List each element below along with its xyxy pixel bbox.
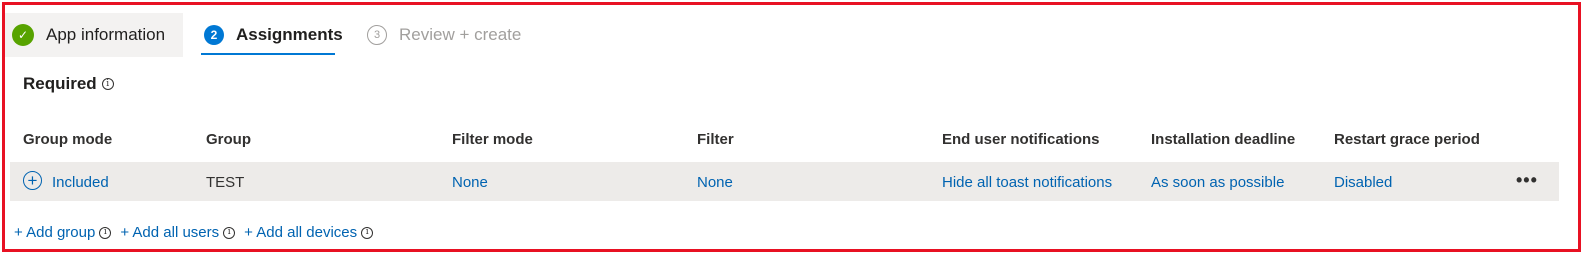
cell-installation-deadline[interactable]: As soon as possible bbox=[1151, 174, 1284, 191]
step-number-badge: 2 bbox=[204, 25, 224, 45]
step-assignments[interactable]: 2 Assignments bbox=[204, 13, 343, 57]
info-icon[interactable]: i bbox=[361, 226, 374, 239]
info-icon[interactable]: i bbox=[101, 78, 114, 90]
add-all-users-link[interactable]: + Add all users bbox=[120, 224, 219, 241]
wizard-steps: ✓ App information 2 Assignments 3 Review… bbox=[5, 13, 605, 57]
step-label: App information bbox=[46, 25, 166, 44]
column-header-restart-grace-period: Restart grace period bbox=[1334, 131, 1480, 148]
info-icon[interactable]: i bbox=[223, 226, 236, 239]
section-title: Required i bbox=[23, 74, 114, 94]
cell-filter-mode[interactable]: None bbox=[452, 174, 488, 191]
checkmark-icon: ✓ bbox=[12, 24, 34, 46]
add-actions: + Add group i + Add all users i + Add al… bbox=[14, 224, 382, 241]
add-all-devices-link[interactable]: + Add all devices bbox=[244, 224, 357, 241]
more-options-icon[interactable]: ••• bbox=[1516, 170, 1538, 191]
add-group-link[interactable]: + Add group bbox=[14, 224, 95, 241]
cell-group-mode[interactable]: Included bbox=[52, 174, 109, 191]
step-label: Review + create bbox=[399, 25, 522, 44]
column-header-filter-mode: Filter mode bbox=[452, 131, 533, 148]
section-title-text: Required bbox=[23, 74, 97, 93]
column-header-installation-deadline: Installation deadline bbox=[1151, 131, 1296, 148]
cell-filter[interactable]: None bbox=[697, 174, 733, 191]
column-header-group-mode: Group mode bbox=[23, 131, 113, 148]
cell-restart-grace-period[interactable]: Disabled bbox=[1334, 174, 1392, 191]
info-icon[interactable]: i bbox=[99, 226, 112, 239]
cell-end-user-notifications[interactable]: Hide all toast notifications bbox=[942, 174, 1112, 191]
step-label: Assignments bbox=[236, 25, 343, 44]
add-circle-icon: + bbox=[23, 171, 42, 190]
column-header-filter: Filter bbox=[697, 131, 734, 148]
column-header-group: Group bbox=[206, 131, 251, 148]
step-number-badge: 3 bbox=[367, 25, 387, 45]
cell-group: TEST bbox=[206, 174, 245, 191]
step-review-create[interactable]: 3 Review + create bbox=[367, 13, 521, 57]
step-app-information[interactable]: ✓ App information bbox=[5, 13, 183, 57]
active-step-underline bbox=[201, 53, 335, 55]
column-header-end-user-notifications: End user notifications bbox=[942, 131, 1100, 148]
